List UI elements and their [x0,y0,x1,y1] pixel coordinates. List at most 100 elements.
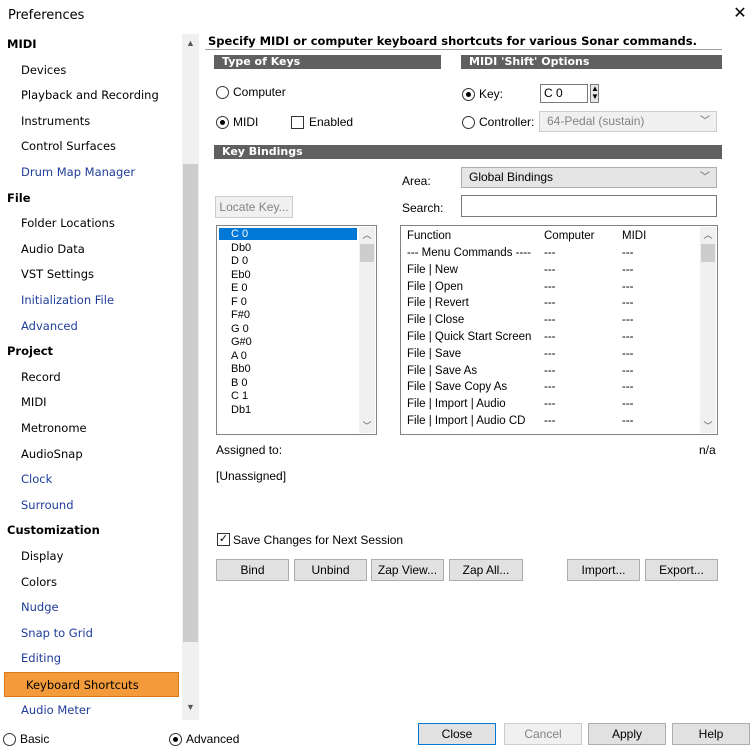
key-list-item[interactable]: C 0 [219,228,357,240]
scroll-up-icon[interactable]: ︿ [360,228,374,241]
table-cell[interactable]: File | Import | Audio CD [407,413,525,429]
key-list-item[interactable]: E 0 [219,282,248,294]
table-cell[interactable]: --- [622,312,634,328]
bindings-table-scroll-thumb[interactable] [701,244,715,262]
key-list-item[interactable]: Eb0 [219,269,251,281]
sidebar-item[interactable]: Clock [0,467,180,492]
table-cell[interactable]: File | Import | Audio [407,396,506,412]
sidebar-item[interactable]: Initialization File [0,288,180,313]
sidebar-item[interactable]: Surround [0,493,180,518]
column-header[interactable]: Function [407,228,451,244]
scroll-down-icon[interactable]: ﹀ [360,419,374,432]
key-list-item[interactable]: B 0 [219,377,248,389]
bind-button[interactable]: Bind [216,559,289,581]
apply-button[interactable]: Apply [588,723,666,745]
column-header[interactable]: Computer [544,228,595,244]
sidebar-item[interactable]: Audio Meter [0,698,180,720]
table-cell[interactable]: File | New [407,262,458,278]
scroll-down-icon[interactable]: ▼ [183,700,198,714]
table-cell[interactable]: File | Open [407,279,463,295]
key-list-item[interactable]: G 0 [219,323,249,335]
table-cell[interactable]: --- [544,279,556,295]
table-cell[interactable]: --- [544,245,556,261]
key-list-item[interactable]: Db1 [219,404,251,416]
locate-key-button[interactable]: Locate Key... [215,196,293,218]
close-icon[interactable]: ✕ [730,4,750,24]
scroll-up-icon[interactable]: ▲ [183,36,198,50]
controller-select[interactable]: 64-Pedal (sustain) ﹀ [539,111,717,132]
table-cell[interactable]: --- [544,396,556,412]
key-list-item[interactable]: C 1 [219,390,248,402]
unbind-button[interactable]: Unbind [294,559,367,581]
sidebar-item[interactable]: Keyboard Shortcuts [4,672,179,697]
sidebar-item[interactable]: Devices [0,58,180,83]
table-cell[interactable]: --- [622,262,634,278]
sidebar-item[interactable]: MIDI [0,390,180,415]
table-cell[interactable]: --- [544,346,556,362]
table-cell[interactable]: --- [622,413,634,429]
sidebar-item[interactable]: Advanced [0,314,180,339]
table-cell[interactable]: --- [544,329,556,345]
scroll-down-icon[interactable]: ﹀ [701,419,715,432]
radio-key[interactable] [462,88,475,101]
sidebar-item[interactable]: Editing [0,646,180,671]
close-button[interactable]: Close [418,723,496,745]
cancel-button[interactable]: Cancel [504,723,582,745]
sidebar-item[interactable]: Audio Data [0,237,180,262]
sidebar-item[interactable]: Instruments [0,109,180,134]
key-list-item[interactable]: F 0 [219,296,247,308]
key-list-item[interactable]: F#0 [219,309,250,321]
table-cell[interactable]: File | Quick Start Screen [407,329,531,345]
sidebar-scroll-thumb[interactable] [183,164,198,642]
table-cell[interactable]: File | Save [407,346,461,362]
table-cell[interactable]: File | Close [407,312,464,328]
table-cell[interactable]: --- [622,396,634,412]
export-button[interactable]: Export... [645,559,718,581]
sidebar-item[interactable]: Drum Map Manager [0,160,180,185]
key-list-scroll-thumb[interactable] [360,244,374,262]
key-spin-icon[interactable]: ▲ ▼ [590,84,599,103]
table-cell[interactable]: --- [544,379,556,395]
radio-computer[interactable] [216,86,229,99]
radio-controller[interactable] [462,116,475,129]
sidebar-item[interactable]: VST Settings [0,262,180,287]
sidebar-item[interactable]: Snap to Grid [0,621,180,646]
key-list-item[interactable]: D 0 [219,255,248,267]
table-cell[interactable]: --- [544,413,556,429]
sidebar-item[interactable]: Playback and Recording [0,83,180,108]
radio-basic[interactable] [3,733,16,746]
radio-midi[interactable] [216,116,229,129]
bindings-table[interactable]: ︿ ﹀ Function Computer MIDI --- Menu Command… [400,225,718,435]
table-cell[interactable]: --- [622,279,634,295]
sidebar-item[interactable]: Display [0,544,180,569]
table-cell[interactable]: --- Menu Commands ---- [407,245,531,261]
key-list-item[interactable]: A 0 [219,350,247,362]
table-cell[interactable]: --- [544,295,556,311]
sidebar-item[interactable]: AudioSnap [0,442,180,467]
table-cell[interactable]: --- [622,346,634,362]
search-input[interactable] [461,195,717,217]
table-cell[interactable]: --- [544,363,556,379]
column-header[interactable]: MIDI [622,228,646,244]
key-value-field[interactable]: C 0 [540,84,588,103]
sidebar-item[interactable]: Record [0,365,180,390]
sidebar-item[interactable]: Folder Locations [0,211,180,236]
import-button[interactable]: Import... [567,559,640,581]
sidebar-item[interactable]: Control Surfaces [0,134,180,159]
table-cell[interactable]: --- [622,245,634,261]
key-list-item[interactable]: G#0 [219,336,252,348]
radio-advanced[interactable] [169,733,182,746]
key-list-item[interactable]: Db0 [219,242,251,254]
zap-view-button[interactable]: Zap View... [371,559,444,581]
help-button[interactable]: Help [672,723,750,745]
table-cell[interactable]: --- [622,295,634,311]
table-cell[interactable]: File | Save As [407,363,477,379]
table-cell[interactable]: File | Save Copy As [407,379,507,395]
scroll-up-icon[interactable]: ︿ [701,228,715,241]
table-cell[interactable]: --- [622,329,634,345]
sidebar-item[interactable]: Metronome [0,416,180,441]
table-cell[interactable]: --- [544,312,556,328]
save-changes-checkbox[interactable]: ✓ [217,533,230,546]
sidebar-item[interactable]: Colors [0,570,180,595]
zap-all-button[interactable]: Zap All... [449,559,523,581]
